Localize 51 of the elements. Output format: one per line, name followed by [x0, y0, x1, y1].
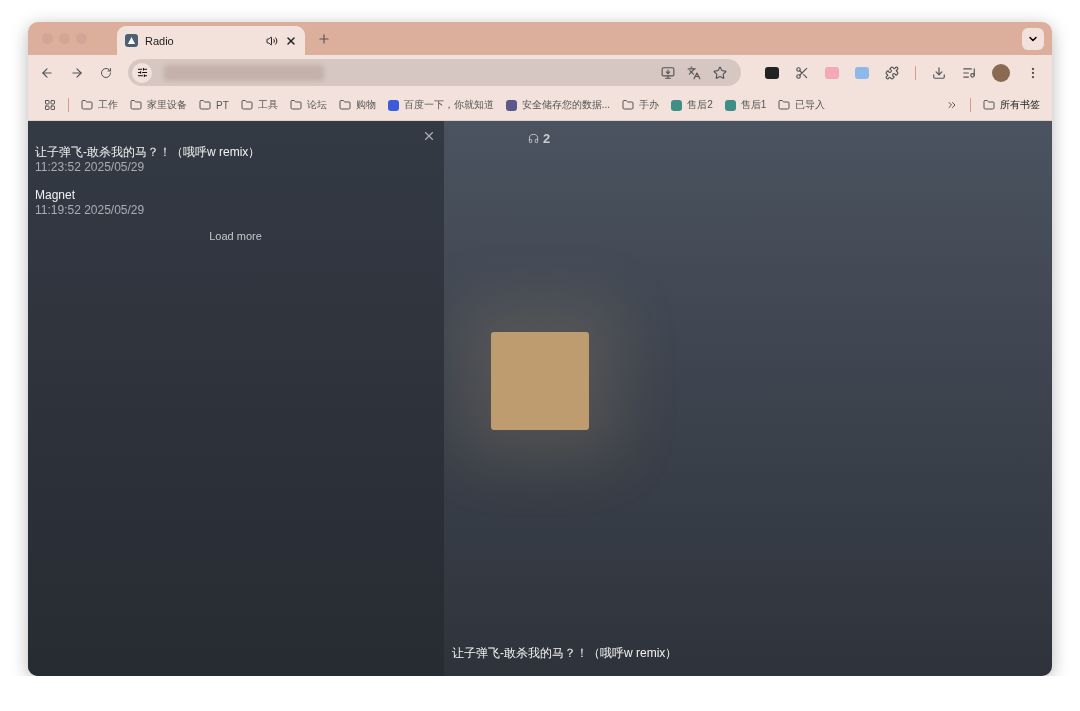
folder-icon: [81, 99, 93, 111]
tab-search-button[interactable]: [1022, 27, 1044, 50]
bookmark[interactable]: 家里设备: [130, 98, 187, 112]
bookmark[interactable]: 百度一下，你就知道: [387, 98, 494, 112]
browser-tab[interactable]: Radio: [117, 26, 305, 55]
bookmark[interactable]: 所有书签: [983, 98, 1040, 112]
avatar[interactable]: [992, 63, 1010, 82]
folder-icon: [983, 99, 995, 111]
headphones-icon: [528, 133, 539, 144]
folder-icon: [130, 99, 142, 111]
folder-icon: [289, 99, 302, 111]
tree-icon: [125, 34, 138, 47]
puzzle-icon[interactable]: [885, 65, 899, 80]
speaker-icon[interactable]: [266, 34, 278, 47]
bookmark[interactable]: 安全储存您的数据...: [505, 98, 611, 112]
download-icon[interactable]: [932, 65, 946, 80]
forward-icon[interactable]: [70, 65, 84, 80]
now-playing-title: 让子弹飞-敢杀我的马？！（哦呼w remix）: [452, 645, 678, 662]
bookmark[interactable]: 售后1: [724, 98, 767, 112]
listener-count: 2: [543, 131, 551, 146]
bookmark[interactable]: 售后2: [671, 98, 713, 112]
chevrons-icon[interactable]: [946, 99, 958, 111]
bookmark-star-icon[interactable]: [713, 65, 727, 80]
folder-icon: [199, 99, 211, 111]
bookmark[interactable]: 手办: [622, 98, 660, 112]
bookmark[interactable]: 工作: [81, 98, 118, 112]
bookmark[interactable]: 论坛: [289, 98, 327, 112]
bookmark[interactable]: 购物: [338, 98, 376, 112]
folder-icon: [622, 99, 635, 111]
bookmark[interactable]: 工具: [240, 98, 278, 112]
reload-icon[interactable]: [100, 66, 112, 79]
track-time: 11:19:52 2025/05/29: [35, 203, 146, 217]
install-icon[interactable]: [661, 65, 675, 80]
tab-title: Radio: [145, 34, 175, 47]
folder-icon: [778, 99, 791, 111]
bookmark[interactable]: 已导入: [778, 98, 826, 112]
music-list-icon[interactable]: [962, 65, 976, 80]
load-more-button[interactable]: Load more: [203, 229, 268, 243]
bookmark[interactable]: PT: [199, 99, 229, 111]
close-icon[interactable]: [285, 34, 297, 47]
folder-icon: [338, 99, 351, 111]
apps-icon[interactable]: [44, 99, 56, 111]
back-icon[interactable]: [40, 65, 54, 80]
translate-icon[interactable]: [687, 65, 701, 80]
folder-icon: [240, 99, 253, 111]
track-title: Magnet: [35, 188, 77, 203]
site-settings-icon[interactable]: [132, 62, 152, 83]
track-title: 让子弹飞-敢杀我的马？！（哦呼w remix）: [35, 145, 262, 160]
track-time: 11:23:52 2025/05/29: [35, 160, 146, 174]
extension-icon[interactable]: [765, 66, 779, 79]
scissors-icon[interactable]: [795, 65, 809, 80]
